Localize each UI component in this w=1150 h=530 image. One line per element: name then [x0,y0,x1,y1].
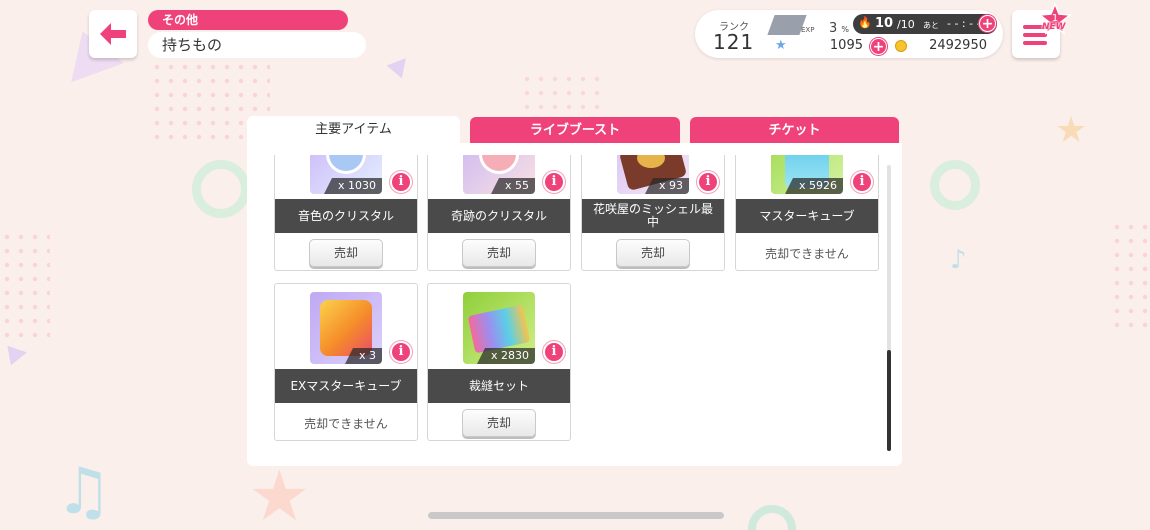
coin-count: 2492950 [929,38,987,53]
sell-button[interactable]: 売却 [309,239,383,267]
background-ring [930,160,980,210]
page-title: 持ちもの [148,32,366,58]
background-ring [748,505,796,530]
ex-master-cube-icon: x 3 [310,292,382,364]
pink-crystal-icon: x 55 [463,155,535,194]
tab-main-items[interactable]: 主要アイテム [247,116,460,146]
sell-button[interactable]: 売却 [462,409,536,437]
item-name: マスターキューブ [736,199,878,233]
item-info-button[interactable]: i [543,341,565,363]
add-star-gems-button[interactable]: + [870,38,887,55]
add-stamina-button[interactable]: + [979,15,996,32]
background-triangle [386,51,414,79]
background-star-icon: ★ [1055,110,1088,151]
stamina-remaining-label: あと [923,21,939,30]
home-indicator [428,512,724,519]
exp-percent-symbol: % [841,25,850,34]
item-info-button[interactable]: i [390,341,412,363]
item-info-button[interactable]: i [543,171,565,193]
tab-live-boost[interactable]: ライブブースト [470,117,680,145]
master-cube-icon: x 5926 [771,155,843,194]
back-button[interactable] [89,10,137,58]
exp-percent-value: 3 [829,21,838,36]
background-ring [192,160,250,218]
item-name: 裁縫セット [428,369,570,403]
item-card[interactable]: x 55 i 奇跡のクリスタル 売却 [427,155,571,271]
item-info-button[interactable]: i [390,171,412,193]
item-name: 花咲屋のミッシェル最中 [582,199,724,233]
sewing-set-icon: x 2830 [463,292,535,364]
flame-icon: 🔥 [858,16,872,29]
item-quantity: x 1030 [323,178,382,194]
background-note-icon: ♪ [950,245,967,275]
background-triangle [7,342,29,366]
item-name: EXマスターキューブ [275,369,417,403]
item-info-button[interactable]: i [697,171,719,193]
exp-label: EXP [801,26,815,34]
blue-crystal-icon: x 1030 [310,155,382,194]
item-name: 音色のクリスタル [275,199,417,233]
item-card[interactable]: x 1030 i 音色のクリスタル 売却 [274,155,418,271]
stamina-current: 10 [875,16,894,31]
item-name: 奇跡のクリスタル [428,199,570,233]
item-list: x 1030 i 音色のクリスタル 売却 x 55 i 奇跡のクリスタル 売却 … [247,155,887,445]
sell-button[interactable]: 売却 [616,239,690,267]
item-card[interactable]: x 93 i 花咲屋のミッシェル最中 売却 [581,155,725,271]
star-gem-icon: ★ [775,38,787,53]
arrow-left-icon [100,23,126,45]
not-sellable-label: 売却できません [304,417,388,431]
background-dots [520,72,600,112]
tab-tickets[interactable]: チケット [690,117,899,145]
sell-button[interactable]: 売却 [462,239,536,267]
background-star-icon: ★ [248,455,311,530]
background-dots [0,230,50,340]
item-quantity: x 5926 [784,178,843,194]
item-info-button[interactable]: i [851,171,873,193]
stamina-timer: - - : - - [947,17,981,30]
coin-icon [895,40,907,52]
not-sellable-label: 売却できません [765,247,849,261]
exp-percent: 3 % [829,21,849,36]
menu-icon-line [1023,41,1047,45]
scrollbar-thumb[interactable] [887,350,891,451]
background-dots [1110,220,1150,330]
background-note-icon: ♫ [55,455,113,529]
page-title-box: その他 持ちもの [148,10,370,58]
item-quantity: x 55 [490,178,535,194]
new-badge-label: NEW [1042,22,1066,32]
item-quantity: x 2830 [476,348,535,364]
stamina-max: /10 [897,18,915,31]
player-status: ランク 121 EXP 3 % 🔥 10 /10 あと - - : - - + … [695,10,1003,58]
rank-value: 121 [713,30,755,54]
stamina-bar: 🔥 10 /10 あと - - : - - [853,14,997,34]
item-card[interactable]: x 3 i EXマスターキューブ 売却できません [274,283,418,441]
page-category: その他 [148,10,348,30]
star-gem-count: 1095 [829,38,863,53]
monaka-icon: x 93 [617,155,689,194]
item-card[interactable]: x 2830 i 裁縫セット 売却 [427,283,571,441]
item-card[interactable]: x 5926 i マスターキューブ 売却できません [735,155,879,271]
